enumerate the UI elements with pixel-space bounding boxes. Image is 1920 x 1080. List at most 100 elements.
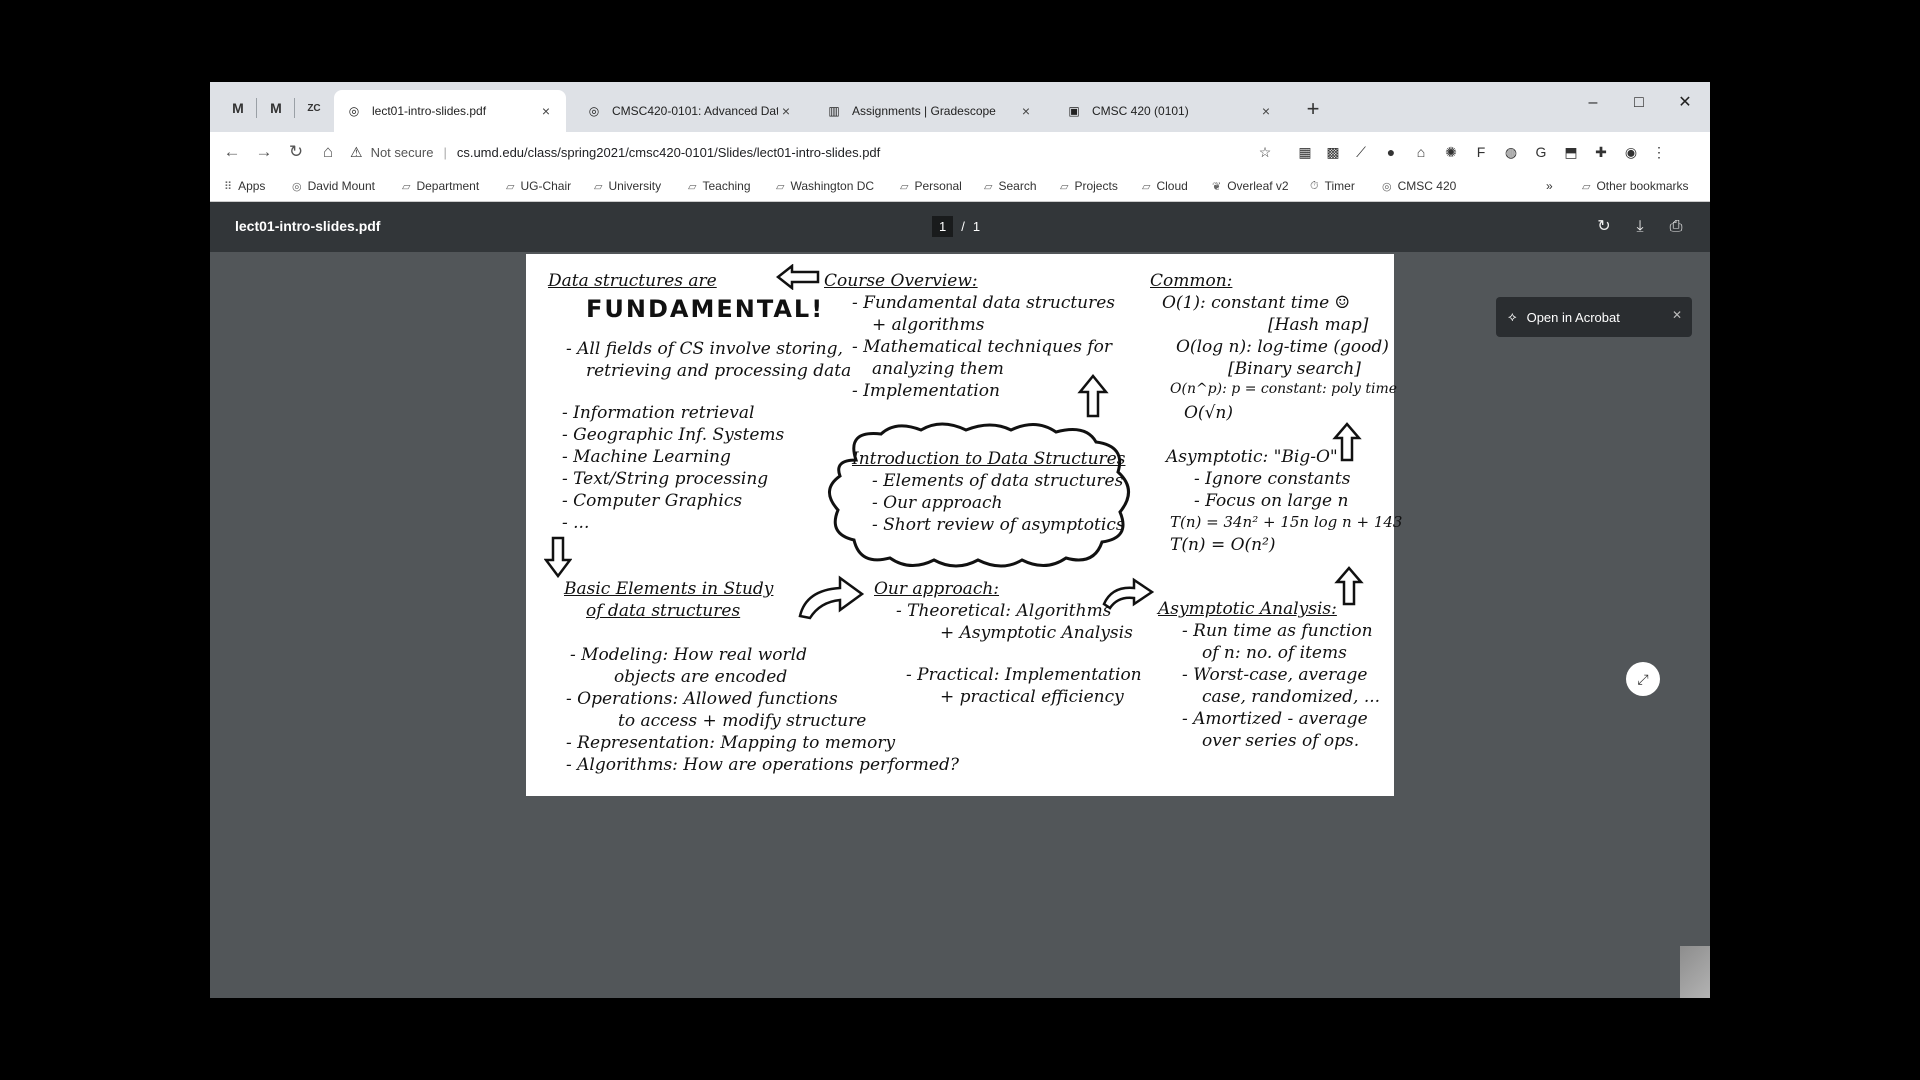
fit-page-icon[interactable]: ⤢ xyxy=(1626,662,1660,696)
extension-icon[interactable]: F xyxy=(1470,141,1492,163)
slide-text: - Machine Learning xyxy=(562,447,731,467)
extension-icon[interactable]: ▩ xyxy=(1322,141,1344,163)
pinned-tab-zoom[interactable]: ZC xyxy=(300,96,328,120)
bookmark-label: Washington DC xyxy=(790,179,875,193)
bookmark-department[interactable]: ▱ Department xyxy=(402,179,479,193)
back-arrow-icon[interactable]: ← xyxy=(220,140,244,164)
webcam-video xyxy=(1680,946,1710,998)
zoom-icon: ZC xyxy=(307,102,321,114)
maximize-button[interactable]: □ xyxy=(1616,88,1662,118)
folder-icon: ▱ xyxy=(506,180,515,193)
extension-icon[interactable]: ⟋ xyxy=(1350,141,1372,163)
close-icon[interactable]: × xyxy=(778,103,794,119)
browser-window: M M ZC ◎ lect01-intro-slides.pdf × ◎ CMS… xyxy=(210,82,1710,998)
extension-icon[interactable]: ◍ xyxy=(1500,141,1522,163)
slide-text: - All fields of CS involve storing, xyxy=(566,339,843,359)
right-arrow-drawing xyxy=(798,575,865,620)
new-tab-button[interactable]: + xyxy=(1300,96,1326,122)
timer-icon: ⏱ xyxy=(1310,179,1319,192)
close-icon[interactable]: × xyxy=(1018,103,1034,119)
slide-text: - Run time as function xyxy=(1182,621,1373,641)
tab-title: CMSC420-0101: Advanced Data xyxy=(612,104,778,118)
up-arrow-drawing xyxy=(1334,566,1364,606)
slide-text: - Elements of data structures xyxy=(872,471,1124,491)
bookmark-search[interactable]: ▱ Search xyxy=(984,179,1037,193)
bookmarks-bar: ⠿ Apps ◎ David Mount ▱ Department ▱ UG-Chair… xyxy=(210,172,1710,202)
rotate-icon[interactable]: ↻ xyxy=(1592,216,1616,238)
slide-text: O(√n) xyxy=(1184,403,1233,423)
forward-arrow-icon[interactable]: → xyxy=(252,140,276,164)
close-icon[interactable]: × xyxy=(538,103,554,119)
slide-text: Common: xyxy=(1150,271,1233,291)
slide-text: [Hash map] xyxy=(1268,315,1369,335)
minimize-button[interactable]: – xyxy=(1570,88,1616,118)
open-in-acrobat-button[interactable]: ⟡ Open in Acrobat ✕ xyxy=(1496,297,1692,337)
folder-icon: ▱ xyxy=(1142,180,1151,193)
bookmark-ug-chair[interactable]: ▱ UG-Chair xyxy=(506,179,571,193)
more-bookmarks-chevron-icon[interactable]: » xyxy=(1546,179,1553,193)
extension-icon[interactable]: ✺ xyxy=(1440,141,1462,163)
globe-icon: ◎ xyxy=(588,104,600,118)
extension-icon[interactable]: ● xyxy=(1380,141,1402,163)
bookmark-projects[interactable]: ▱ Projects xyxy=(1060,179,1118,193)
bookmark-apps[interactable]: ⠿ Apps xyxy=(224,179,265,193)
right-arrow-drawing xyxy=(1102,577,1154,610)
star-icon[interactable]: ☆ xyxy=(1254,141,1276,163)
slide-text: - Focus on large n xyxy=(1194,491,1349,511)
bookmark-david-mount[interactable]: ◎ David Mount xyxy=(292,179,375,193)
security-label: Not secure xyxy=(370,144,434,160)
slide-text: Introduction to Data Structures xyxy=(852,449,1126,469)
pdf-title: lect01-intro-slides.pdf xyxy=(235,218,381,234)
slide-text: - Amortized - average xyxy=(1182,709,1368,729)
bookmark-label: Timer xyxy=(1324,179,1355,193)
warning-icon: ⚠ xyxy=(350,143,363,160)
print-icon[interactable]: ⎙ xyxy=(1664,216,1688,238)
slide-text: retrieving and processing data xyxy=(586,361,852,381)
extension-icon[interactable]: ⌂ xyxy=(1410,141,1432,163)
tab-gradescope[interactable]: ▥ Assignments | Gradescope × xyxy=(814,90,1046,132)
gmail-icon: M xyxy=(270,100,282,116)
avatar[interactable]: ◉ xyxy=(1620,141,1642,163)
slide-text: - Worst-case, average xyxy=(1182,665,1368,685)
bookmark-other[interactable]: ▱ Other bookmarks xyxy=(1582,179,1689,193)
bookmark-teaching[interactable]: ▱ Teaching xyxy=(688,179,751,193)
extension-icon[interactable]: ▦ xyxy=(1294,141,1316,163)
reload-icon[interactable]: ↻ xyxy=(284,140,308,164)
puzzle-icon[interactable]: ✚ xyxy=(1590,141,1612,163)
slide-text: - Implementation xyxy=(852,381,1000,401)
tab-lect01[interactable]: ◎ lect01-intro-slides.pdf × xyxy=(334,90,566,132)
bookmark-cloud[interactable]: ▱ Cloud xyxy=(1142,179,1188,193)
page-number-input[interactable]: 1 xyxy=(932,216,954,237)
slide-text: + algorithms xyxy=(872,315,985,335)
close-window-button[interactable]: ✕ xyxy=(1662,88,1708,118)
menu-icon[interactable]: ⋮ xyxy=(1648,141,1670,163)
down-arrow-drawing xyxy=(544,536,572,578)
slide-text: Asymptotic: "Big-O" xyxy=(1166,447,1338,467)
apps-grid-icon: ⠿ xyxy=(224,180,233,193)
bookmark-cmsc420[interactable]: ◎ CMSC 420 xyxy=(1382,179,1456,193)
download-icon[interactable]: ⤓ xyxy=(1628,216,1652,238)
bookmark-label: CMSC 420 xyxy=(1397,179,1457,193)
slide-text: - Modeling: How real world xyxy=(570,645,807,665)
pinned-tab-gmail-1[interactable]: M xyxy=(224,96,252,120)
pinned-tab-gmail-2[interactable]: M xyxy=(262,96,290,120)
extension-icon[interactable]: ⬒ xyxy=(1560,141,1582,163)
bookmark-personal[interactable]: ▱ Personal xyxy=(900,179,962,193)
globe-icon: ◎ xyxy=(1382,180,1392,193)
close-icon[interactable]: ✕ xyxy=(1672,308,1682,322)
tab-cmsc420-advanced[interactable]: ◎ CMSC420-0101: Advanced Data × xyxy=(574,90,806,132)
slide-text: O(log n): log-time (good) xyxy=(1176,337,1389,357)
acrobat-icon: ⟡ xyxy=(1508,309,1517,324)
bookmark-university[interactable]: ▱ University xyxy=(594,179,661,193)
tab-cmsc420-0101[interactable]: ▣ CMSC 420 (0101) × xyxy=(1054,90,1286,132)
slide-text: case, randomized, ... xyxy=(1202,687,1381,707)
bookmark-washington-dc[interactable]: ▱ Washington DC xyxy=(776,179,874,193)
slide-text: to access + modify structure xyxy=(618,711,867,731)
home-icon[interactable]: ⌂ xyxy=(316,140,340,164)
bookmark-timer[interactable]: ⏱ Timer xyxy=(1310,179,1355,193)
folder-icon: ▱ xyxy=(1582,180,1591,193)
extension-icon[interactable]: G xyxy=(1530,141,1552,163)
globe-icon: ◎ xyxy=(348,104,360,118)
bookmark-overleaf[interactable]: ❦ Overleaf v2 xyxy=(1212,179,1289,193)
close-icon[interactable]: × xyxy=(1258,103,1274,119)
